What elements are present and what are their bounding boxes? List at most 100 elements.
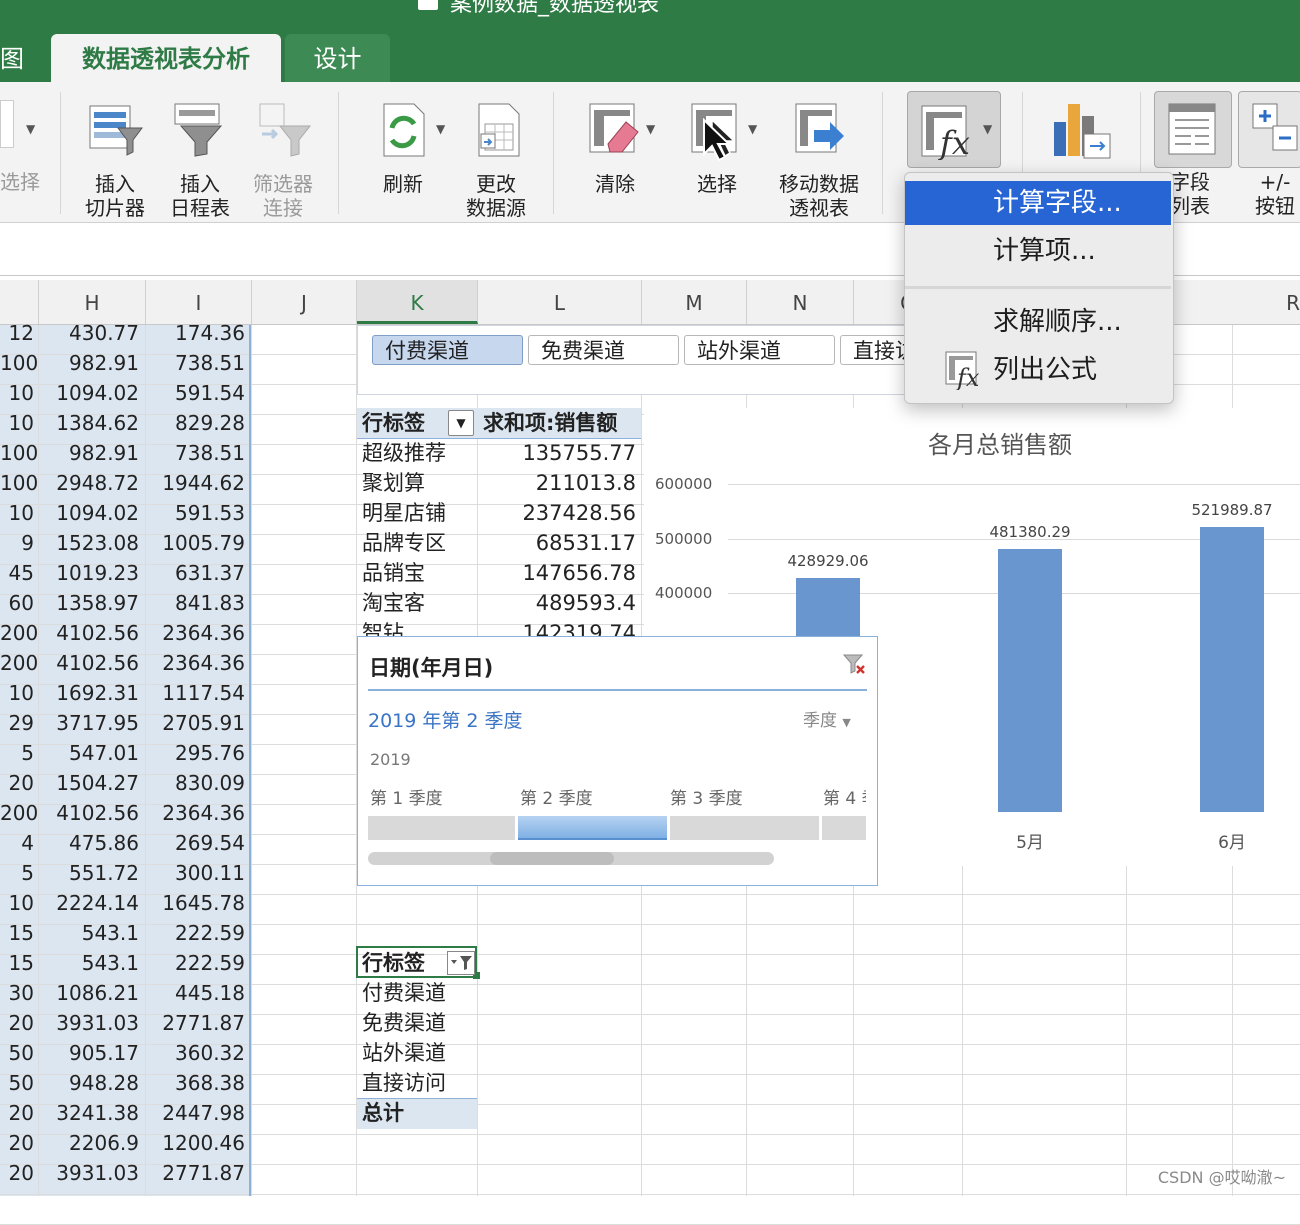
pivot1-row-label[interactable]: 超级推荐 bbox=[362, 438, 446, 468]
sheet-cell[interactable]: 841.83 bbox=[146, 588, 245, 618]
insert-timeline-button[interactable]: 插入 日程表 bbox=[165, 100, 235, 220]
pivot1-row-label[interactable]: 聚划算 bbox=[362, 468, 425, 498]
tab-pivot-analyze[interactable]: 数据透视表分析 bbox=[51, 34, 281, 82]
pivot1-row-label[interactable]: 明星店铺 bbox=[362, 498, 446, 528]
sheet-cell[interactable]: 2771.87 bbox=[146, 1158, 245, 1188]
column-header-l[interactable]: L bbox=[478, 280, 642, 324]
sheet-cell[interactable]: 29 bbox=[0, 708, 34, 738]
sheet-cell[interactable]: 2447.98 bbox=[146, 1098, 245, 1128]
filter-connections-button[interactable]: 筛选器 连接 bbox=[248, 100, 318, 220]
chevron-down-icon[interactable]: ▼ bbox=[436, 122, 445, 136]
sheet-cell[interactable]: 200 bbox=[0, 648, 38, 678]
sheet-cell[interactable]: 1358.97 bbox=[39, 588, 139, 618]
sheet-cell[interactable]: 738.51 bbox=[146, 438, 245, 468]
filter-dropdown-icon[interactable]: ▼ bbox=[448, 410, 474, 436]
sheet-cell[interactable]: 1094.02 bbox=[39, 498, 139, 528]
sheet-cell[interactable]: 360.32 bbox=[146, 1038, 245, 1068]
sheet-cell[interactable]: 10 bbox=[0, 498, 34, 528]
sheet-cell[interactable]: 10 bbox=[0, 408, 34, 438]
chevron-down-icon[interactable]: ▼ bbox=[646, 122, 655, 136]
insert-slicer-button[interactable]: 插入 切片器 bbox=[80, 100, 150, 220]
sheet-cell[interactable]: 368.38 bbox=[146, 1068, 245, 1098]
sheet-cell[interactable]: 3931.03 bbox=[39, 1158, 139, 1188]
pivot1-row-label[interactable]: 品牌专区 bbox=[362, 528, 446, 558]
timeline-bar-q2-selected[interactable] bbox=[518, 816, 667, 840]
sheet-cell[interactable]: 982.91 bbox=[39, 438, 139, 468]
sheet-cell[interactable]: 20 bbox=[0, 1158, 34, 1188]
sheet-cell[interactable]: 1200.46 bbox=[146, 1128, 245, 1158]
sheet-cell[interactable]: 10 bbox=[0, 888, 34, 918]
sheet-cell[interactable]: 100 bbox=[0, 348, 38, 378]
pivot1-row-value[interactable]: 135755.77 bbox=[483, 438, 636, 468]
sheet-cell[interactable]: 2705.91 bbox=[146, 708, 245, 738]
timeline-quarter-4[interactable]: 第 4 季 bbox=[823, 784, 866, 809]
timeline-level-select[interactable]: 季度 ▼ bbox=[803, 706, 851, 731]
sheet-cell[interactable]: 1094.02 bbox=[39, 378, 139, 408]
slicer-item-offsite[interactable]: 站外渠道 bbox=[684, 335, 835, 365]
tab-partial-left[interactable]: 图 bbox=[0, 34, 30, 82]
column-header-j[interactable]: J bbox=[252, 280, 357, 324]
sheet-cell[interactable]: 60 bbox=[0, 588, 34, 618]
sheet-cell[interactable]: 5 bbox=[0, 858, 34, 888]
pivot2-row-label[interactable]: 直接访问 bbox=[362, 1068, 446, 1098]
menu-item-solve-order[interactable]: 求解顺序... bbox=[905, 300, 1171, 344]
sheet-cell[interactable]: 200 bbox=[0, 798, 38, 828]
pivot1-row-label[interactable]: 淘宝客 bbox=[362, 588, 425, 618]
sheet-cell[interactable]: 222.59 bbox=[146, 948, 245, 978]
pivot1-row-value[interactable]: 489593.4 bbox=[483, 588, 636, 618]
sheet-cell[interactable]: 547.01 bbox=[39, 738, 139, 768]
plus-minus-toggle[interactable] bbox=[1238, 91, 1300, 168]
sheet-cell[interactable]: 1504.27 bbox=[39, 768, 139, 798]
sheet-cell[interactable]: 1019.23 bbox=[39, 558, 139, 588]
chart-bar[interactable] bbox=[998, 548, 1062, 812]
sheet-cell[interactable]: 948.28 bbox=[39, 1068, 139, 1098]
timeline-bar-q3[interactable] bbox=[670, 816, 819, 840]
sheet-cell[interactable]: 9 bbox=[0, 528, 34, 558]
column-header-n[interactable]: N bbox=[747, 280, 854, 324]
sheet-cell[interactable]: 3931.03 bbox=[39, 1008, 139, 1038]
sheet-cell[interactable]: 30 bbox=[0, 978, 34, 1008]
sheet-cell[interactable]: 174.36 bbox=[146, 318, 245, 348]
pivot1-row-value[interactable]: 147656.78 bbox=[483, 558, 636, 588]
fields-items-sets-button[interactable]: fx ▼ bbox=[907, 91, 1001, 168]
sheet-cell[interactable]: 445.18 bbox=[146, 978, 245, 1008]
timeline-quarter-1[interactable]: 第 1 季度 bbox=[370, 784, 443, 809]
sheet-cell[interactable]: 295.76 bbox=[146, 738, 245, 768]
move-pivot-button[interactable]: 移动数据 透视表 bbox=[772, 100, 866, 220]
sheet-cell[interactable]: 591.54 bbox=[146, 378, 245, 408]
sheet-cell[interactable]: 982.91 bbox=[39, 348, 139, 378]
sheet-cell[interactable]: 1117.54 bbox=[146, 678, 245, 708]
sheet-cell[interactable]: 2224.14 bbox=[39, 888, 139, 918]
sheet-cell[interactable]: 10 bbox=[0, 678, 34, 708]
pivot1-row-value[interactable]: 237428.56 bbox=[483, 498, 636, 528]
slicer-item-free[interactable]: 免费渠道 bbox=[528, 335, 679, 365]
sheet-cell[interactable]: 20 bbox=[0, 768, 34, 798]
sheet-cell[interactable]: 3717.95 bbox=[39, 708, 139, 738]
sheet-cell[interactable]: 475.86 bbox=[39, 828, 139, 858]
sheet-cell[interactable]: 2948.72 bbox=[39, 468, 139, 498]
filter-select-partial-button[interactable]: 选择 bbox=[0, 100, 46, 194]
sheet-cell[interactable]: 2771.87 bbox=[146, 1008, 245, 1038]
sheet-cell[interactable]: 543.1 bbox=[39, 918, 139, 948]
pivot1-row-value[interactable]: 68531.17 bbox=[483, 528, 636, 558]
sheet-cell[interactable]: 4102.56 bbox=[39, 798, 139, 828]
sheet-cell[interactable]: 1523.08 bbox=[39, 528, 139, 558]
sheet-cell[interactable]: 100 bbox=[0, 438, 38, 468]
timeline-bar-q4[interactable] bbox=[822, 816, 866, 840]
pivot2-row-label[interactable]: 付费渠道 bbox=[362, 978, 446, 1008]
timeline-quarter-3[interactable]: 第 3 季度 bbox=[670, 784, 743, 809]
sheet-cell[interactable]: 1645.78 bbox=[146, 888, 245, 918]
sheet-cell[interactable]: 430.77 bbox=[39, 318, 139, 348]
pivot2-row-label[interactable]: 站外渠道 bbox=[362, 1038, 446, 1068]
chevron-down-icon[interactable]: ▼ bbox=[748, 122, 757, 136]
sheet-cell[interactable]: 4102.56 bbox=[39, 648, 139, 678]
sheet-cell[interactable]: 1086.21 bbox=[39, 978, 139, 1008]
sheet-cell[interactable]: 4102.56 bbox=[39, 618, 139, 648]
filter-applied-icon[interactable] bbox=[447, 951, 475, 975]
sheet-cell[interactable]: 591.53 bbox=[146, 498, 245, 528]
sheet-cell[interactable]: 12 bbox=[0, 318, 34, 348]
timeline-scrollbar-thumb[interactable] bbox=[490, 852, 614, 865]
sheet-cell[interactable]: 20 bbox=[0, 1128, 34, 1158]
sheet-cell[interactable]: 1384.62 bbox=[39, 408, 139, 438]
pivot1-row-label[interactable]: 品销宝 bbox=[362, 558, 425, 588]
